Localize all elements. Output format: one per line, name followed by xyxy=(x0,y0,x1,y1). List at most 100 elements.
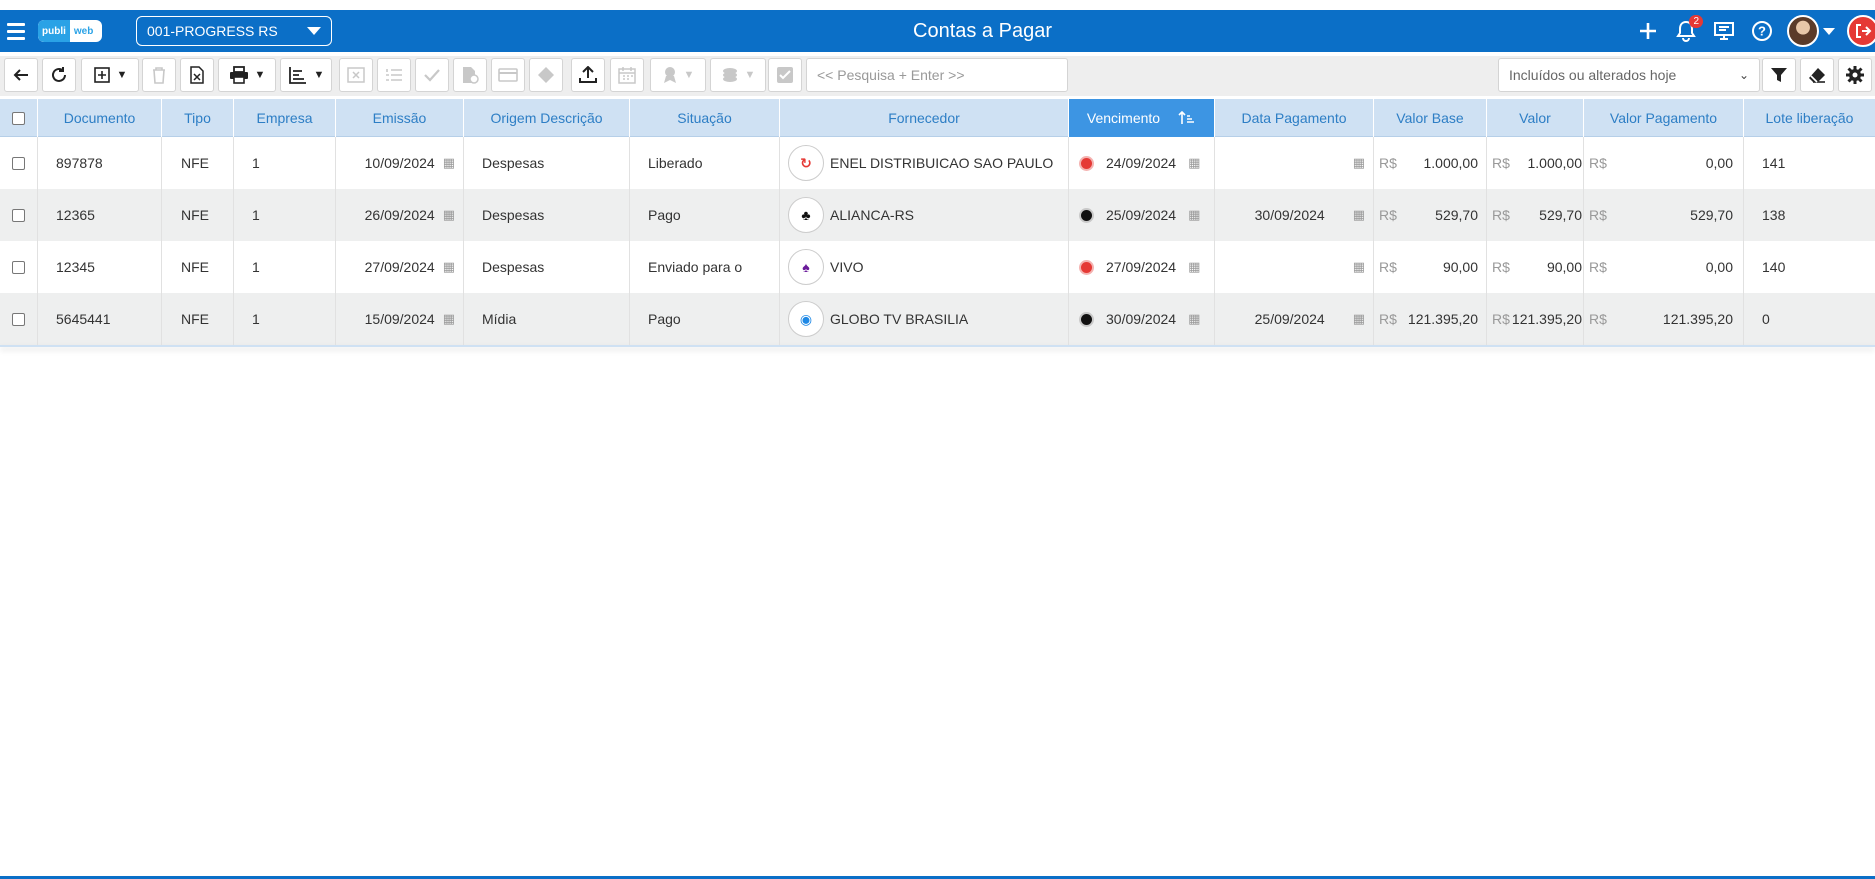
cell-valor: R$ 1.000,00 xyxy=(1487,137,1584,189)
diamond-button[interactable] xyxy=(529,58,563,92)
plus-icon[interactable] xyxy=(1635,18,1661,44)
column-header-situacao[interactable]: Situação xyxy=(630,99,780,137)
cell-emissao[interactable]: 27/09/2024 ▦ xyxy=(336,241,464,293)
credit-card-icon xyxy=(498,68,518,82)
add-button[interactable]: ▼ xyxy=(81,58,139,92)
check-icon xyxy=(424,69,440,82)
filter-select[interactable]: Incluídos ou alterados hoje ⌄ xyxy=(1498,58,1760,92)
settings-button[interactable] xyxy=(1838,58,1872,92)
column-header-valor[interactable]: Valor xyxy=(1487,99,1584,137)
export-excel-button[interactable] xyxy=(180,58,214,92)
column-header-tipo[interactable]: Tipo xyxy=(162,99,234,137)
emissao-date: 26/09/2024 xyxy=(364,207,435,223)
numbered-list-icon xyxy=(386,69,402,81)
cell-vencimento[interactable]: 30/09/2024 ▦ xyxy=(1069,293,1215,345)
list-button[interactable] xyxy=(377,58,411,92)
column-header-documento[interactable]: Documento xyxy=(38,99,162,137)
back-button[interactable] xyxy=(4,58,38,92)
logout-icon[interactable] xyxy=(1847,15,1875,47)
cell-emissao[interactable]: 26/09/2024 ▦ xyxy=(336,189,464,241)
cell-data-pagamento[interactable]: 30/09/2024 ▦ xyxy=(1215,189,1374,241)
cell-data-pagamento[interactable]: ▦ xyxy=(1215,241,1374,293)
valor-pagamento-value: 0,00 xyxy=(1705,259,1733,275)
cell-vencimento[interactable]: 27/09/2024 ▦ xyxy=(1069,241,1215,293)
presentation-icon[interactable] xyxy=(1711,18,1737,44)
cell-fornecedor: ♣ ALIANCA-RS xyxy=(780,189,1069,241)
menu-icon[interactable] xyxy=(0,10,32,52)
select-all-checkbox[interactable] xyxy=(12,111,25,125)
payment-card-button[interactable] xyxy=(491,58,525,92)
table-row[interactable]: 897878 NFE 1 10/09/2024 ▦ Despesas Libera… xyxy=(0,137,1875,189)
cell-emissao[interactable]: 10/09/2024 ▦ xyxy=(336,137,464,189)
sort-button[interactable]: ▼ xyxy=(280,58,332,92)
column-header-empresa[interactable]: Empresa xyxy=(234,99,336,137)
cell-valor-pagamento: R$ 529,70 xyxy=(1584,189,1744,241)
supplier-name: GLOBO TV BRASILIA xyxy=(830,311,969,327)
bell-icon[interactable]: 2 xyxy=(1673,15,1703,44)
column-header-vencimento[interactable]: Vencimento xyxy=(1069,99,1215,137)
search-input[interactable]: << Pesquisa + Enter >> xyxy=(806,58,1068,92)
supplier-logo-icon: ◉ xyxy=(788,301,824,337)
cell-vencimento[interactable]: 24/09/2024 ▦ xyxy=(1069,137,1215,189)
calendar-icon: ▦ xyxy=(442,259,455,274)
logo-text-left: publi xyxy=(38,20,70,42)
valor-base-value: 121.395,20 xyxy=(1407,311,1478,327)
row-checkbox[interactable] xyxy=(12,156,25,170)
row-select-cell xyxy=(0,293,38,345)
cancel-button[interactable] xyxy=(339,58,373,92)
print-button[interactable]: ▼ xyxy=(218,58,276,92)
app-logo[interactable]: publi web xyxy=(38,20,102,42)
award-button[interactable]: ▼ xyxy=(650,58,706,92)
emissao-date: 27/09/2024 xyxy=(364,259,435,275)
company-select[interactable]: 001-PROGRESS RS xyxy=(136,16,332,46)
column-header-vencimento-label: Vencimento xyxy=(1086,110,1161,126)
data-pagamento-date: 25/09/2024 xyxy=(1254,311,1325,327)
table-row[interactable]: 5645441 NFE 1 15/09/2024 ▦ Mídia Pago ◉ G… xyxy=(0,293,1875,345)
filter-button[interactable] xyxy=(1762,58,1796,92)
column-header-valor-pagamento[interactable]: Valor Pagamento xyxy=(1584,99,1744,137)
column-header-fornecedor[interactable]: Fornecedor xyxy=(780,99,1069,137)
currency-label: R$ xyxy=(1379,311,1397,327)
currency-label: R$ xyxy=(1492,311,1510,327)
cell-valor-base: R$ 121.395,20 xyxy=(1374,293,1487,345)
clear-filter-button[interactable] xyxy=(1800,58,1834,92)
cell-vencimento[interactable]: 25/09/2024 ▦ xyxy=(1069,189,1215,241)
status-dot-icon xyxy=(1081,157,1092,169)
column-header-lote[interactable]: Lote liberação xyxy=(1744,99,1875,137)
upload-button[interactable] xyxy=(571,58,605,92)
row-checkbox[interactable] xyxy=(12,312,25,326)
approve-button[interactable] xyxy=(415,58,449,92)
refresh-button[interactable] xyxy=(42,58,76,92)
row-checkbox[interactable] xyxy=(12,208,25,222)
calendar-button[interactable] xyxy=(610,58,644,92)
delete-button[interactable] xyxy=(142,58,176,92)
column-header-origem[interactable]: Origem Descrição xyxy=(464,99,630,137)
currency-label: R$ xyxy=(1379,259,1397,275)
confirm-box-button[interactable] xyxy=(768,58,802,92)
cell-data-pagamento[interactable]: ▦ xyxy=(1215,137,1374,189)
cell-situacao: Enviado para o xyxy=(630,241,780,293)
table-row[interactable]: 12365 NFE 1 26/09/2024 ▦ Despesas Pago ♣ … xyxy=(0,189,1875,241)
calendar-icon xyxy=(618,67,636,84)
cell-data-pagamento[interactable]: 25/09/2024 ▦ xyxy=(1215,293,1374,345)
row-checkbox[interactable] xyxy=(12,260,25,274)
column-header-valor-base[interactable]: Valor Base xyxy=(1374,99,1487,137)
supplier-name: VIVO xyxy=(830,259,864,275)
chevron-down-icon: ▼ xyxy=(254,69,266,81)
cell-origem: Despesas xyxy=(464,137,630,189)
coins-button[interactable]: ▼ xyxy=(710,58,766,92)
supplier-logo-icon: ↻ xyxy=(788,145,824,181)
cell-emissao[interactable]: 15/09/2024 ▦ xyxy=(336,293,464,345)
user-avatar[interactable] xyxy=(1787,15,1819,47)
toolbar: ▼ ▼ ▼ ▼ ▼ << Pesquisa + Enter >> Incluíd… xyxy=(0,56,1875,96)
column-header-emissao[interactable]: Emissão xyxy=(336,99,464,137)
calendar-icon: ▦ xyxy=(1352,207,1365,222)
cell-lote: 141 xyxy=(1762,155,1786,171)
help-icon[interactable]: ? xyxy=(1749,18,1775,44)
add-square-icon xyxy=(93,67,110,83)
column-header-data-pagamento[interactable]: Data Pagamento xyxy=(1215,99,1374,137)
document-plus-icon xyxy=(463,67,479,84)
document-add-button[interactable] xyxy=(453,58,487,92)
table-row[interactable]: 12345 NFE 1 27/09/2024 ▦ Despesas Enviado… xyxy=(0,241,1875,293)
chevron-down-icon[interactable] xyxy=(1823,27,1835,35)
